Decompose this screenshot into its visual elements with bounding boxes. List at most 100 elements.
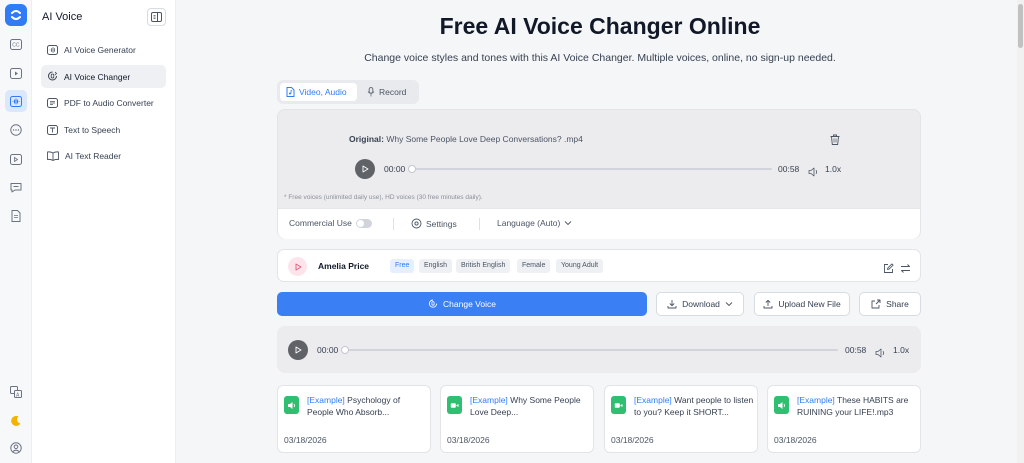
upload-icon: [763, 299, 773, 309]
example-card[interactable]: [Example] Why Some People Love Deep... 0…: [440, 385, 594, 453]
current-time: 00:00: [384, 164, 406, 174]
example-title: [Example] Why Some People Love Deep...: [470, 394, 590, 418]
upload-new-file-button[interactable]: Upload New File: [754, 292, 850, 316]
chat-icon[interactable]: [5, 176, 27, 198]
voice-tag: Young Adult: [556, 259, 604, 273]
tab-label: Record: [379, 87, 407, 97]
video-icon[interactable]: [5, 62, 27, 84]
example-tag: [Example]: [307, 395, 345, 405]
chevron-down-icon: [565, 221, 572, 226]
playback-speed[interactable]: 1.0x: [893, 345, 909, 355]
captions-icon[interactable]: CC: [5, 33, 27, 55]
voice-tag: English: [419, 259, 452, 273]
example-date: 03/18/2026: [447, 435, 490, 445]
edit-voice-button[interactable]: [883, 261, 894, 279]
progress-handle[interactable]: [408, 165, 416, 173]
user-icon[interactable]: [5, 437, 27, 459]
example-title: [Example] Want people to listen to you? …: [634, 394, 754, 418]
video-edit-icon[interactable]: [5, 148, 27, 170]
options-bar: Commercial Use Settings Language (Auto): [278, 208, 920, 239]
commercial-use-label: Commercial Use: [289, 218, 352, 228]
ai-voice-icon[interactable]: [5, 90, 27, 112]
delete-file-button[interactable]: [830, 132, 840, 150]
language-select[interactable]: Language (Auto): [497, 218, 572, 228]
voice-tag: British English: [456, 259, 511, 273]
download-label: Download: [682, 299, 720, 309]
play-icon: [295, 263, 301, 270]
volume-icon: [808, 167, 818, 177]
document-icon[interactable]: [5, 205, 27, 227]
sidebar-item-label: AI Voice Generator: [64, 44, 136, 55]
play-button[interactable]: [355, 159, 375, 179]
example-title: [Example] These HABITS are RUINING your …: [797, 394, 917, 418]
voice-change-icon: [429, 299, 438, 308]
upload-label: Upload New File: [778, 299, 841, 309]
file-audio-icon: [286, 87, 295, 97]
tab-video-audio[interactable]: Video, Audio: [280, 83, 357, 101]
icon-rail: CC A: [0, 0, 32, 463]
sidebar-item-ai-voice-generator[interactable]: AI Voice Generator: [41, 38, 166, 61]
volume-button[interactable]: [875, 345, 886, 363]
video-file-icon: [447, 396, 462, 414]
settings-button[interactable]: Settings: [411, 218, 457, 229]
translate-icon[interactable]: A: [5, 381, 27, 403]
sidebar-item-label: AI Text Reader: [65, 150, 122, 161]
play-button[interactable]: [288, 340, 308, 360]
sidebar-item-label: Text to Speech: [64, 124, 121, 135]
panel-icon: [151, 12, 162, 22]
page-scrollbar[interactable]: [1017, 0, 1024, 463]
sidebar-item-ai-text-reader[interactable]: AI Text Reader: [41, 144, 166, 167]
gear-icon: [411, 218, 422, 229]
selected-voice-row[interactable]: Amelia Price Free English British Englis…: [277, 249, 921, 282]
sidebar-item-label: AI Voice Changer: [64, 71, 131, 82]
example-tag: [Example]: [797, 395, 835, 405]
example-tag: [Example]: [634, 395, 672, 405]
tab-record[interactable]: Record: [361, 83, 416, 101]
voice-preview-button[interactable]: [288, 257, 307, 276]
source-audio-card: Original: Why Some People Love Deep Conv…: [277, 109, 921, 239]
example-card[interactable]: [Example] These HABITS are RUINING your …: [767, 385, 921, 453]
collapse-sidebar-button[interactable]: [147, 8, 166, 26]
voice-change-icon: [48, 71, 58, 81]
change-voice-label: Change Voice: [443, 299, 496, 309]
play-icon: [295, 346, 302, 354]
current-time: 00:00: [317, 345, 339, 355]
example-date: 03/18/2026: [284, 435, 327, 445]
app-logo-icon[interactable]: [5, 4, 27, 26]
sidebar-item-label: PDF to Audio Converter: [64, 97, 154, 108]
result-audio-player: 00:00 00:58 1.0x: [277, 326, 921, 373]
swap-voice-button[interactable]: [900, 261, 911, 279]
example-date: 03/18/2026: [611, 435, 654, 445]
sidebar-item-ai-voice-changer[interactable]: AI Voice Changer: [41, 65, 166, 88]
playback-speed[interactable]: 1.0x: [825, 164, 841, 174]
commercial-use-toggle[interactable]: Commercial Use: [289, 218, 372, 228]
progress-track[interactable]: [344, 349, 838, 351]
progress-track[interactable]: [411, 168, 772, 170]
more-icon[interactable]: [5, 119, 27, 141]
duration: 00:58: [778, 164, 800, 174]
change-voice-button[interactable]: Change Voice: [277, 292, 647, 316]
sidebar-title: AI Voice: [42, 11, 83, 23]
pdf-icon: [47, 97, 58, 108]
theme-icon[interactable]: [5, 410, 27, 432]
edit-icon: [884, 263, 894, 273]
text-icon: [47, 124, 58, 135]
voice-usage-note: * Free voices (unlimited daily use), HD …: [284, 194, 483, 201]
download-icon: [667, 300, 677, 309]
share-label: Share: [886, 299, 909, 309]
voice-tag: Free: [390, 259, 415, 273]
download-button[interactable]: Download: [656, 292, 744, 316]
scrollbar-thumb[interactable]: [1018, 4, 1023, 48]
progress-handle[interactable]: [341, 346, 349, 354]
example-card[interactable]: [Example] Psychology of People Who Absor…: [277, 385, 431, 453]
share-button[interactable]: Share: [859, 292, 921, 316]
volume-button[interactable]: [808, 164, 819, 182]
sidebar-item-pdf-to-audio[interactable]: PDF to Audio Converter: [41, 91, 166, 114]
sidebar-item-text-to-speech[interactable]: Text to Speech: [41, 118, 166, 141]
toggle-switch[interactable]: [355, 218, 372, 228]
example-tag: [Example]: [470, 395, 508, 405]
svg-text:CC: CC: [12, 42, 20, 48]
example-card[interactable]: [Example] Want people to listen to you? …: [604, 385, 758, 453]
example-title: [Example] Psychology of People Who Absor…: [307, 394, 427, 418]
trash-icon: [830, 134, 840, 145]
